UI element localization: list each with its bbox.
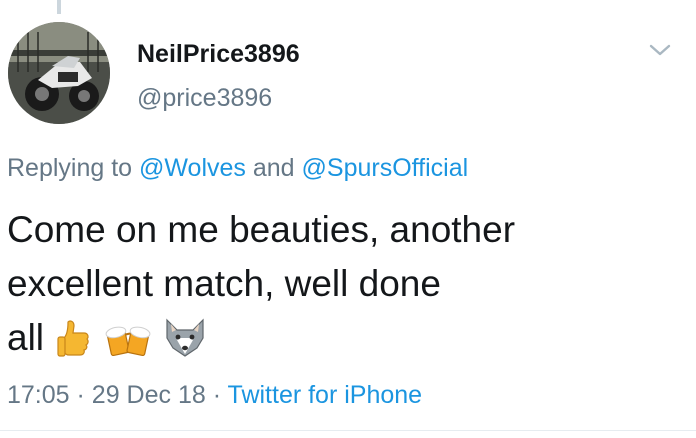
tweet-meta: 17:05 · 29 Dec 18 · Twitter for iPhone: [7, 381, 422, 410]
thumbs-up-icon: [57, 320, 89, 357]
meta-separator: ·: [76, 381, 85, 409]
tweet-text-line-1: Come on me beauties, another: [7, 209, 516, 250]
avatar[interactable]: [8, 22, 110, 124]
tweet-text: Come on me beauties, another excellent m…: [7, 203, 682, 365]
avatar-motorcycle-photo: [8, 22, 110, 124]
meta-separator: ·: [212, 381, 222, 409]
mention-wolves-link[interactable]: @Wolves: [139, 154, 246, 182]
tweet-text-line-3: all: [7, 311, 682, 365]
clinking-beer-mugs-icon: [105, 326, 150, 357]
replying-prefix: Replying to: [7, 154, 133, 182]
wolf-face-icon: [166, 318, 204, 357]
user-handle[interactable]: @price3896: [137, 84, 272, 113]
chevron-down-icon[interactable]: [646, 40, 674, 60]
thread-connector-line: [57, 0, 61, 14]
replying-to-line: Replying to @Wolves and @SpursOfficial: [7, 154, 468, 183]
tweet-source-link[interactable]: Twitter for iPhone: [228, 381, 423, 409]
divider: [0, 430, 696, 431]
mention-spurs-link[interactable]: @SpursOfficial: [302, 154, 469, 182]
replying-conjunction: and: [252, 154, 295, 182]
tweet-text-line-2: excellent match, well done: [7, 263, 441, 304]
display-name[interactable]: NeilPrice3896: [137, 40, 300, 69]
tweet-date: 29 Dec 18: [91, 381, 206, 409]
tweet-time: 17:05: [7, 381, 70, 409]
tweet-text-line-3-word: all: [7, 317, 45, 358]
